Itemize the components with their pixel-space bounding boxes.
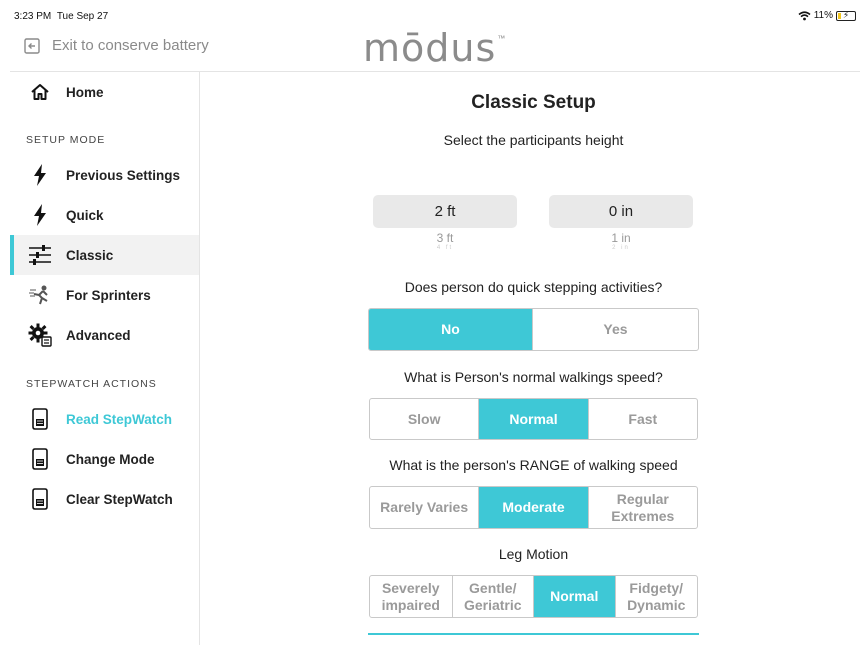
- exit-label: Exit to conserve battery: [52, 37, 209, 54]
- lightning-icon: [28, 203, 52, 227]
- leg-motion-fidgety-dynamic[interactable]: Fidgety/ Dynamic: [616, 576, 698, 617]
- gear-icon: [28, 323, 52, 347]
- modus-logo: mōdus ™: [363, 26, 505, 70]
- leg-motion-segmented-control: Severely impaired Gentle/ Geriatric Norm…: [369, 575, 698, 618]
- main-content: Classic Setup Select the participants he…: [200, 72, 860, 645]
- stepwatch-actions-heading: STEPWATCH ACTIONS: [26, 378, 157, 390]
- sidebar-item-label: For Sprinters: [66, 287, 151, 303]
- exit-icon: [24, 37, 40, 54]
- sidebar-item-label: Quick: [66, 207, 104, 223]
- sidebar-item-label: Clear StepWatch: [66, 491, 173, 507]
- walking-speed-segmented-control: Slow Normal Fast: [369, 398, 698, 440]
- stepwatch-device-icon: [28, 407, 52, 431]
- sidebar-item-read-stepwatch[interactable]: Read StepWatch: [10, 399, 199, 439]
- leg-motion-question: Leg Motion: [498, 546, 569, 562]
- feet-selected: 2 ft: [373, 195, 517, 228]
- quick-stepping-yes[interactable]: Yes: [533, 309, 698, 350]
- exit-button[interactable]: Exit to conserve battery: [24, 37, 209, 54]
- battery-icon: ⚡: [836, 10, 856, 21]
- status-right: 11% ⚡: [798, 10, 856, 21]
- sidebar-item-change-mode[interactable]: Change Mode: [10, 439, 199, 479]
- walking-speed-normal[interactable]: Normal: [479, 399, 589, 439]
- range-moderate[interactable]: Moderate: [479, 487, 589, 528]
- status-time-date: 3:23 PM Tue Sep 27: [14, 11, 108, 22]
- logo-tm: ™: [497, 34, 506, 43]
- sidebar-item-label: Advanced: [66, 327, 131, 343]
- sidebar-item-for-sprinters[interactable]: For Sprinters: [10, 275, 199, 315]
- walking-speed-question: What is Person's normal walkings speed?: [404, 369, 663, 385]
- range-regular-extremes[interactable]: Regular Extremes: [589, 487, 697, 528]
- walking-speed-slow[interactable]: Slow: [370, 399, 480, 439]
- status-time: 3:23 PM: [14, 11, 52, 22]
- quick-stepping-question: Does person do quick stepping activities…: [404, 279, 663, 295]
- sliders-icon: [28, 243, 52, 267]
- sidebar-item-label: Change Mode: [66, 451, 155, 467]
- next-section-divider: [368, 633, 699, 635]
- sidebar-item-label: Previous Settings: [66, 167, 181, 183]
- sidebar-item-label: Classic: [66, 247, 114, 263]
- walking-speed-fast[interactable]: Fast: [589, 399, 697, 439]
- logo-word: mōdus: [363, 26, 497, 70]
- sidebar-item-classic[interactable]: Classic: [10, 235, 199, 275]
- sidebar-item-home[interactable]: Home: [10, 72, 199, 112]
- height-inches-picker[interactable]: 0 in 1 in 2 in: [549, 195, 693, 261]
- height-feet-picker[interactable]: 2 ft 3 ft 4 ft: [373, 195, 517, 261]
- feet-next: 3 ft: [436, 231, 454, 245]
- inches-selected: 0 in: [549, 195, 693, 228]
- quick-stepping-no[interactable]: No: [369, 309, 533, 350]
- stepwatch-device-icon: [28, 447, 52, 471]
- leg-motion-normal[interactable]: Normal: [534, 576, 616, 617]
- range-question: What is the person's RANGE of walking sp…: [389, 457, 678, 473]
- setup-mode-heading: SETUP MODE: [26, 134, 106, 146]
- inches-next: 1 in: [611, 231, 631, 245]
- sidebar-item-clear-stepwatch[interactable]: Clear StepWatch: [10, 479, 199, 519]
- sidebar-item-quick[interactable]: Quick: [10, 195, 199, 235]
- stepwatch-device-icon: [28, 487, 52, 511]
- leg-motion-gentle-geriatric[interactable]: Gentle/ Geriatric: [453, 576, 534, 617]
- page-title: Classic Setup: [471, 92, 596, 113]
- range-rarely-varies[interactable]: Rarely Varies: [370, 487, 480, 528]
- status-bar: 3:23 PM Tue Sep 27 11% ⚡: [10, 8, 860, 26]
- leg-motion-severely-impaired[interactable]: Severely impaired: [370, 576, 453, 617]
- status-date: Tue Sep 27: [56, 11, 109, 22]
- sidebar-item-label: Read StepWatch: [66, 411, 173, 427]
- sprinter-icon: [28, 283, 52, 307]
- sidebar-item-advanced[interactable]: Advanced: [10, 315, 199, 355]
- lightning-icon: [28, 163, 52, 187]
- height-prompt: Select the participants height: [443, 132, 624, 148]
- top-bar: Exit to conserve battery mōdus ™: [10, 26, 860, 72]
- range-segmented-control: Rarely Varies Moderate Regular Extremes: [369, 486, 698, 529]
- quick-stepping-segmented-control: No Yes: [368, 308, 699, 351]
- inches-next2: 2 in: [612, 245, 630, 251]
- feet-next2: 4 ft: [436, 245, 454, 251]
- sidebar-item-previous-settings[interactable]: Previous Settings: [10, 155, 199, 195]
- sidebar: Home SETUP MODE Previous Settings Quick …: [10, 72, 200, 645]
- sidebar-item-label: Home: [66, 84, 104, 100]
- home-icon: [28, 80, 52, 104]
- battery-percent: 11%: [813, 10, 833, 21]
- wifi-icon: [798, 10, 811, 20]
